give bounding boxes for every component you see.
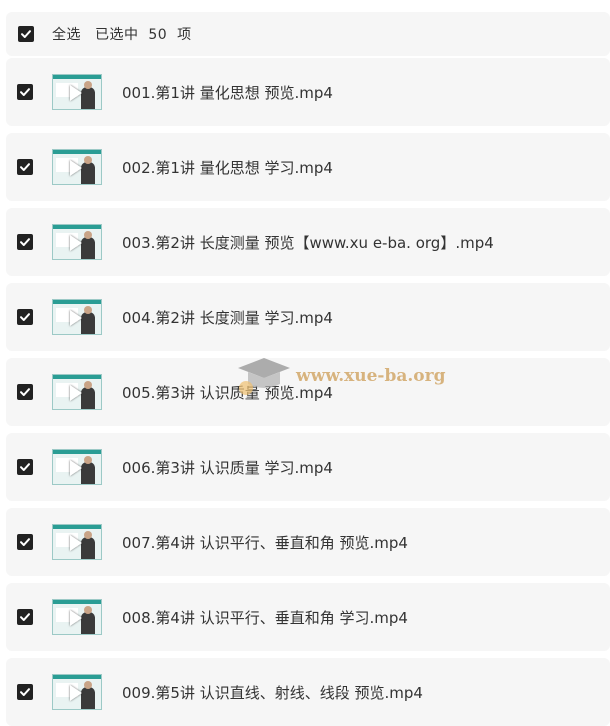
video-thumbnail[interactable]: [52, 224, 102, 260]
video-thumbnail[interactable]: [52, 149, 102, 185]
file-name[interactable]: 005.第3讲 认识质量 预览.mp4: [122, 382, 333, 403]
play-icon: [70, 610, 82, 626]
check-icon: [20, 388, 30, 396]
check-icon: [20, 313, 30, 321]
play-icon: [70, 385, 82, 401]
file-name[interactable]: 002.第1讲 量化思想 学习.mp4: [122, 157, 333, 178]
video-thumbnail[interactable]: [52, 524, 102, 560]
check-icon: [20, 688, 30, 696]
video-thumbnail[interactable]: [52, 299, 102, 335]
file-row[interactable]: 006.第3讲 认识质量 学习.mp4: [6, 433, 610, 501]
file-checkbox[interactable]: [17, 684, 33, 700]
file-name[interactable]: 008.第4讲 认识平行、垂直和角 学习.mp4: [122, 607, 408, 628]
file-name[interactable]: 006.第3讲 认识质量 学习.mp4: [122, 457, 333, 478]
select-all-bar: 全选 已选中 50 项: [6, 12, 610, 56]
file-row[interactable]: 002.第1讲 量化思想 学习.mp4: [6, 133, 610, 201]
check-icon: [20, 613, 30, 621]
file-row[interactable]: 004.第2讲 长度测量 学习.mp4: [6, 283, 610, 351]
check-icon: [20, 163, 30, 171]
play-icon: [70, 535, 82, 551]
check-icon: [20, 88, 30, 96]
file-name[interactable]: 004.第2讲 长度测量 学习.mp4: [122, 307, 333, 328]
play-icon: [70, 460, 82, 476]
check-icon: [20, 538, 30, 546]
selected-count-text: 已选中 50 项: [95, 27, 192, 43]
check-icon: [20, 238, 30, 246]
select-all-label[interactable]: 全选: [52, 24, 81, 44]
file-name[interactable]: 009.第5讲 认识直线、射线、线段 预览.mp4: [122, 682, 423, 703]
file-checkbox[interactable]: [17, 159, 33, 175]
video-thumbnail[interactable]: [52, 374, 102, 410]
file-checkbox[interactable]: [17, 309, 33, 325]
select-all-checkbox[interactable]: [18, 26, 34, 42]
play-icon: [70, 310, 82, 326]
file-checkbox[interactable]: [17, 459, 33, 475]
file-checkbox[interactable]: [17, 84, 33, 100]
file-checkbox[interactable]: [17, 384, 33, 400]
file-checkbox[interactable]: [17, 609, 33, 625]
play-icon: [70, 685, 82, 701]
play-icon: [70, 160, 82, 176]
file-row[interactable]: 003.第2讲 长度测量 预览【www.xu e-ba. org】.mp4: [6, 208, 610, 276]
file-name[interactable]: 007.第4讲 认识平行、垂直和角 预览.mp4: [122, 532, 408, 553]
file-checkbox[interactable]: [17, 234, 33, 250]
file-row[interactable]: 005.第3讲 认识质量 预览.mp4: [6, 358, 610, 426]
file-row[interactable]: 009.第5讲 认识直线、射线、线段 预览.mp4: [6, 658, 610, 726]
video-thumbnail[interactable]: [52, 599, 102, 635]
file-row[interactable]: 001.第1讲 量化思想 预览.mp4: [6, 58, 610, 126]
file-checkbox[interactable]: [17, 534, 33, 550]
file-row[interactable]: 008.第4讲 认识平行、垂直和角 学习.mp4: [6, 583, 610, 651]
file-name[interactable]: 001.第1讲 量化思想 预览.mp4: [122, 82, 333, 103]
video-thumbnail[interactable]: [52, 449, 102, 485]
file-name[interactable]: 003.第2讲 长度测量 预览【www.xu e-ba. org】.mp4: [122, 232, 494, 253]
play-icon: [70, 85, 82, 101]
check-icon: [20, 463, 30, 471]
video-thumbnail[interactable]: [52, 74, 102, 110]
video-thumbnail[interactable]: [52, 674, 102, 710]
check-icon: [21, 30, 31, 38]
file-row[interactable]: 007.第4讲 认识平行、垂直和角 预览.mp4: [6, 508, 610, 576]
play-icon: [70, 235, 82, 251]
